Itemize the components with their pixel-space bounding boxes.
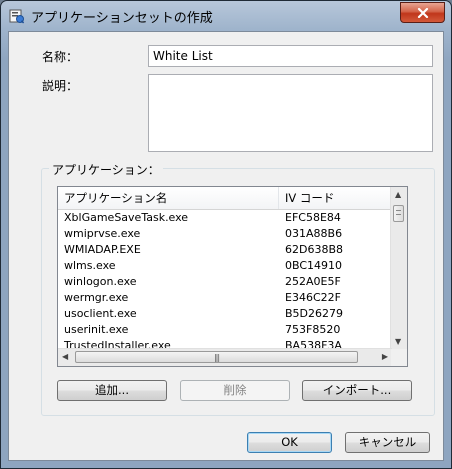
applications-listview[interactable]: アプリケーション名 IV コード XblGameSaveTask.exe EFC5… [57,186,408,367]
list-item[interactable]: winlogon.exe 252A0E5F [58,274,392,290]
app-icon [9,8,25,24]
scroll-up-icon[interactable]: ▲ [395,190,401,199]
app-name-cell: XblGameSaveTask.exe [64,211,189,224]
add-button[interactable]: 追加... [57,380,167,401]
close-icon [417,7,428,18]
dialog-client-area: 名称： 説明： アプリケーション： アプリケーション名 IV コード XblGa… [8,31,444,461]
column-header-app-name[interactable]: アプリケーション名 [58,187,279,209]
app-name-cell: wlms.exe [64,259,116,272]
ok-button[interactable]: OK [247,432,332,453]
list-item[interactable]: userinit.exe 753F8520 [58,322,392,338]
list-item[interactable]: XblGameSaveTask.exe EFC58E84 [58,210,392,226]
applications-group-label: アプリケーション： [49,161,163,178]
app-name-cell: userinit.exe [64,323,129,336]
scroll-down-icon[interactable]: ▼ [395,337,401,346]
vertical-scrollbar[interactable]: ▲ ▼ [390,187,407,349]
list-item[interactable]: wlms.exe 0BC14910 [58,258,392,274]
app-name-cell: wmiprvse.exe [64,227,141,240]
window-title: アプリケーションセットの作成 [31,11,213,26]
iv-code-cell: EFC58E84 [285,211,341,224]
listview-rows: XblGameSaveTask.exe EFC58E84 wmiprvse.exe 0… [58,210,392,349]
app-name-cell: WMIADAP.EXE [64,243,141,256]
iv-code-cell: 252A0E5F [285,275,341,288]
applications-group: アプリケーション： アプリケーション名 IV コード XblGameSaveTa… [41,161,435,416]
close-button[interactable] [400,2,445,23]
iv-code-cell: 0BC14910 [285,259,343,272]
vertical-scroll-thumb[interactable] [393,205,404,222]
iv-code-cell: E346C22F [285,291,341,304]
scrollbar-corner [391,349,407,366]
iv-code-cell: 031A88B6 [285,227,343,240]
app-name-cell: winlogon.exe [64,275,137,288]
description-label: 説明： [42,79,79,93]
list-item[interactable]: WMIADAP.EXE 62D638B8 [58,242,392,258]
horizontal-scrollbar[interactable]: ◀ ||| ▶ [58,348,392,366]
name-label: 名称： [42,50,79,64]
listview-header: アプリケーション名 IV コード [58,187,392,210]
import-button[interactable]: インポート... [302,380,412,401]
iv-code-cell: 753F8520 [285,323,341,336]
iv-code-cell: B5D26279 [285,307,344,320]
list-item[interactable]: wmiprvse.exe 031A88B6 [58,226,392,242]
title-bar[interactable]: アプリケーションセットの作成 [1,1,451,31]
delete-button[interactable]: 削除 [180,380,290,401]
cancel-button[interactable]: キャンセル [345,432,430,453]
scroll-right-icon[interactable]: ▶ [382,352,388,361]
iv-code-cell: 62D638B8 [285,243,344,256]
horizontal-scroll-thumb[interactable]: ||| [75,351,358,363]
dialog-window: アプリケーションセットの作成 名称： 説明： アプリケーション： アプリケーショ… [0,0,452,469]
column-header-iv-code[interactable]: IV コード [279,187,392,209]
list-item[interactable]: usoclient.exe B5D26279 [58,306,392,322]
app-name-cell: usoclient.exe [64,307,137,320]
app-name-cell: wermgr.exe [64,291,129,304]
name-input[interactable] [148,45,433,67]
list-item[interactable]: wermgr.exe E346C22F [58,290,392,306]
grip-icon: ||| [213,352,220,362]
scroll-left-icon[interactable]: ◀ [62,352,68,361]
description-textarea[interactable] [148,74,433,152]
